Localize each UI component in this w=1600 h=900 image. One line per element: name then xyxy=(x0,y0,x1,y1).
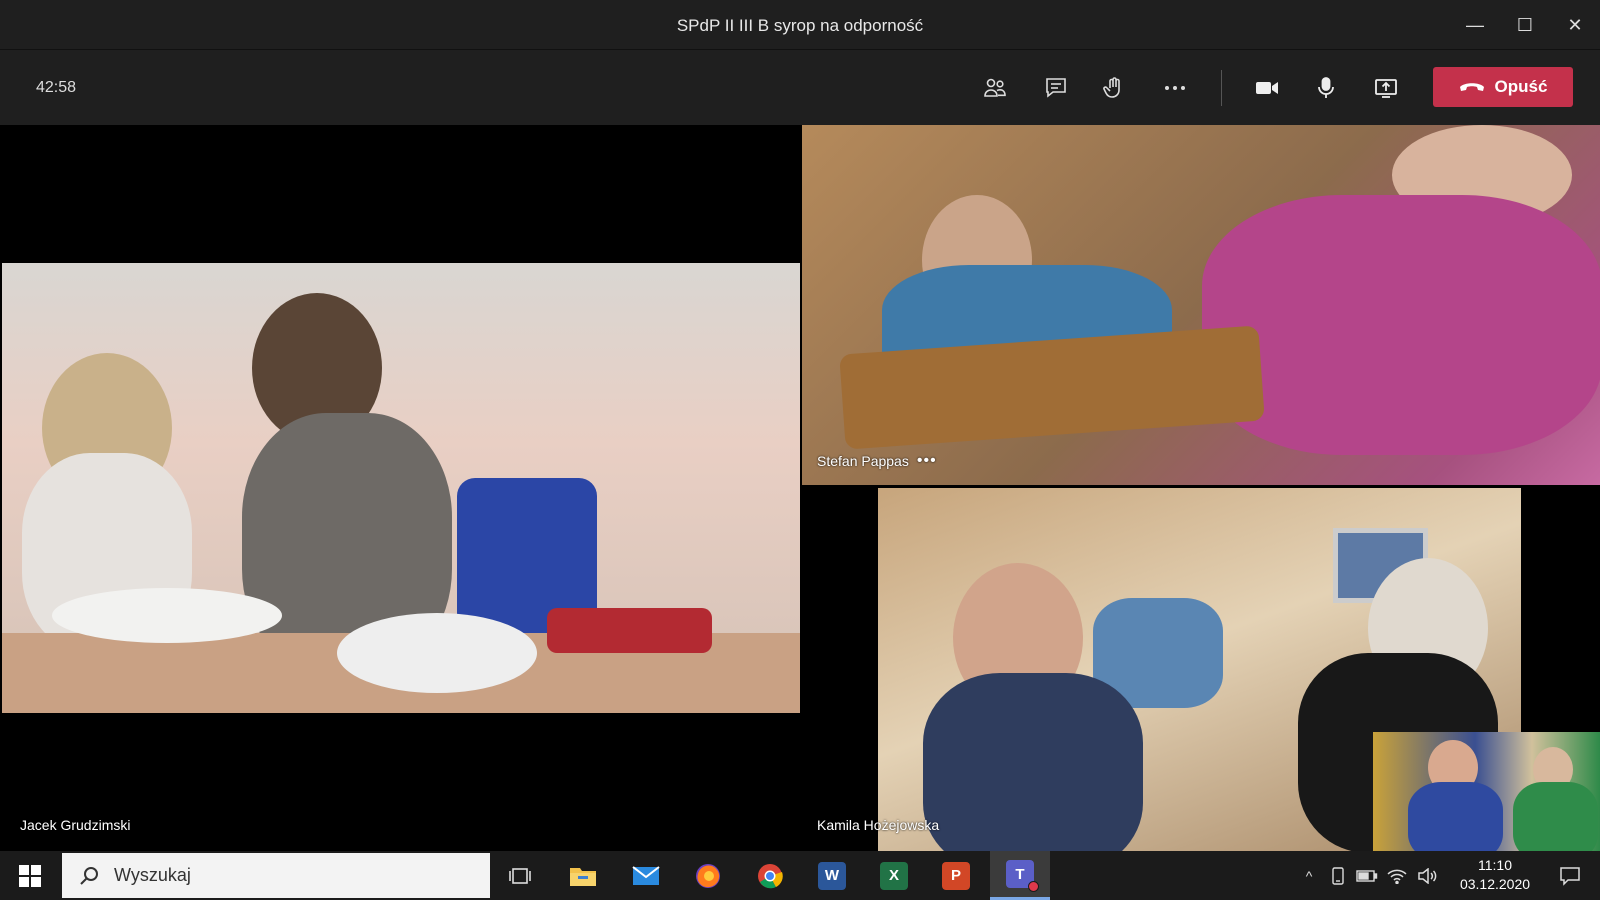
video-tile-top-right[interactable] xyxy=(802,125,1600,485)
tray-device-button[interactable] xyxy=(1326,851,1350,900)
chrome-icon xyxy=(758,863,783,888)
clock-date: 03.12.2020 xyxy=(1459,876,1531,892)
taskbar-search[interactable] xyxy=(62,853,490,898)
participants-button[interactable] xyxy=(975,68,1015,108)
chat-icon xyxy=(1046,78,1066,98)
camera-button[interactable] xyxy=(1247,68,1287,108)
battery-icon xyxy=(1356,869,1378,882)
taskbar-app-file-explorer[interactable] xyxy=(553,851,613,900)
participant-figure xyxy=(923,673,1143,851)
share-screen-button[interactable] xyxy=(1366,68,1406,108)
self-view-tile[interactable] xyxy=(1373,732,1600,851)
minimize-icon: — xyxy=(1466,14,1484,35)
window-title: SPdP II III B syrop na odporność xyxy=(676,16,924,35)
folder-icon xyxy=(570,867,596,886)
participant-figure xyxy=(1408,782,1503,851)
hand-icon xyxy=(1103,77,1120,98)
maximize-button[interactable]: ☐ xyxy=(1500,0,1550,50)
search-input[interactable] xyxy=(114,865,454,886)
close-button[interactable]: ✕ xyxy=(1550,0,1600,50)
video-stage: Jacek Grudzimski Stefan Pappas ••• Kamil… xyxy=(0,125,1600,851)
toolbar-divider xyxy=(1221,70,1222,106)
more-options-button[interactable] xyxy=(1155,68,1195,108)
teams-icon: T xyxy=(1006,860,1039,892)
microphone-icon xyxy=(1318,77,1334,98)
leave-button[interactable]: Opuść xyxy=(1433,67,1573,107)
taskbar-app-task-view[interactable] xyxy=(490,851,550,900)
share-tray-icon xyxy=(1375,79,1397,98)
search-icon xyxy=(80,866,98,885)
device-icon xyxy=(1332,866,1344,885)
wifi-icon xyxy=(1387,869,1407,884)
participant-name-label: Kamila Hożejowska xyxy=(817,817,940,833)
meeting-timer: 42:58 xyxy=(36,79,77,96)
taskbar-app-mail[interactable] xyxy=(616,851,676,900)
leave-label: Opuść xyxy=(1494,77,1548,96)
teams-letter: T xyxy=(1015,865,1025,883)
wrapping-roll-shape xyxy=(547,608,712,653)
notification-dot-icon xyxy=(1028,881,1039,892)
start-button[interactable] xyxy=(0,851,60,900)
taskbar-app-excel[interactable]: X xyxy=(864,851,924,900)
powerpoint-icon: P xyxy=(942,861,970,890)
close-icon: ✕ xyxy=(1567,14,1583,35)
volume-icon xyxy=(1418,867,1437,884)
chat-button[interactable] xyxy=(1036,68,1076,108)
firefox-icon xyxy=(696,863,720,888)
raise-hand-button[interactable] xyxy=(1094,68,1134,108)
meeting-toolbar: 42:58 Opuść xyxy=(0,50,1600,125)
more-icon xyxy=(1165,86,1185,90)
video-tile-left[interactable] xyxy=(2,263,800,713)
participant-figure xyxy=(1513,782,1598,851)
taskbar-app-word[interactable]: W xyxy=(802,851,862,900)
microphone-button[interactable] xyxy=(1306,68,1346,108)
camera-icon xyxy=(1256,82,1278,94)
participant-name: Stefan Pappas xyxy=(817,453,909,469)
participant-name-label: Stefan Pappas ••• xyxy=(817,453,937,470)
notification-icon xyxy=(1560,866,1580,886)
windows-taskbar: W X P T ^ 11:10 03.12.2020 xyxy=(0,851,1600,900)
minimize-button[interactable]: — xyxy=(1450,0,1500,50)
participant-more-icon[interactable]: ••• xyxy=(917,453,937,469)
bowl-shape xyxy=(337,613,537,693)
action-center-button[interactable] xyxy=(1545,851,1595,900)
window-titlebar: SPdP II III B syrop na odporność — ☐ ✕ xyxy=(0,0,1600,50)
chevron-up-icon: ^ xyxy=(1305,867,1313,884)
participant-name-label: Jacek Grudzimski xyxy=(20,817,131,833)
word-icon: W xyxy=(818,861,846,890)
tray-wifi-button[interactable] xyxy=(1384,851,1410,900)
taskbar-app-chrome[interactable] xyxy=(740,851,800,900)
plate-shape xyxy=(52,588,282,643)
hang-up-icon xyxy=(1459,83,1484,91)
tray-volume-button[interactable] xyxy=(1414,851,1440,900)
tray-overflow-button[interactable]: ^ xyxy=(1298,851,1320,900)
maximize-icon: ☐ xyxy=(1516,14,1534,35)
people-icon xyxy=(984,78,1006,97)
taskbar-clock[interactable]: 11:10 03.12.2020 xyxy=(1450,856,1540,894)
clock-time: 11:10 xyxy=(1478,857,1512,873)
taskbar-app-powerpoint[interactable]: P xyxy=(926,851,986,900)
tray-battery-button[interactable] xyxy=(1354,851,1380,900)
taskbar-app-teams[interactable]: T xyxy=(990,851,1050,900)
excel-icon: X xyxy=(880,861,908,890)
windows-logo-icon xyxy=(19,864,41,887)
mail-icon xyxy=(632,865,660,885)
task-view-icon xyxy=(509,867,531,884)
taskbar-app-firefox[interactable] xyxy=(678,851,738,900)
